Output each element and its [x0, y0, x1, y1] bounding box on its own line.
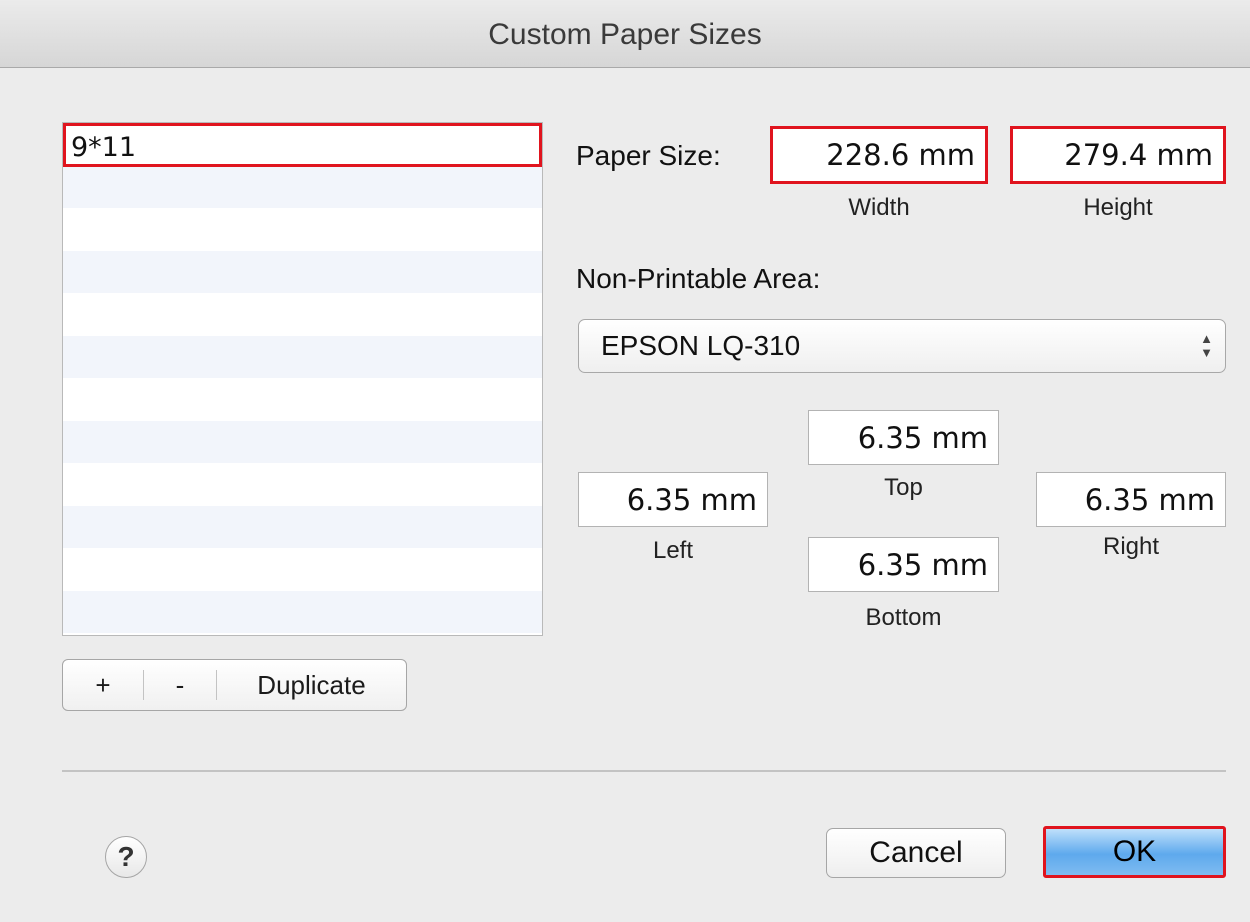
height-label: Height — [1083, 194, 1153, 221]
list-controls: + - Duplicate — [62, 659, 407, 711]
help-button[interactable]: ? — [105, 836, 147, 878]
add-button[interactable]: + — [63, 660, 143, 710]
height-field[interactable]: 279.4 mm — [1010, 126, 1226, 184]
printer-select[interactable]: EPSON LQ-310 ▲ ▼ — [578, 319, 1226, 373]
list-row-empty — [63, 590, 542, 633]
bottom-margin-field[interactable]: 6.35 mm — [808, 537, 999, 592]
list-item-selected[interactable]: 9*11 — [63, 123, 542, 167]
list-row-empty — [63, 250, 542, 293]
remove-button[interactable]: - — [144, 660, 216, 710]
separator — [62, 770, 1226, 772]
list-row-empty — [63, 463, 542, 506]
left-margin-field[interactable]: 6.35 mm — [578, 472, 768, 527]
right-margin-field[interactable]: 6.35 mm — [1036, 472, 1226, 527]
list-row-empty — [63, 293, 542, 336]
bottom-margin-label: Bottom — [865, 604, 942, 631]
list-row-empty — [63, 208, 542, 251]
printer-select-value: EPSON LQ-310 — [601, 330, 801, 361]
top-margin-label: Top — [884, 474, 923, 501]
list-row-empty — [63, 548, 542, 591]
window-title: Custom Paper Sizes — [488, 18, 762, 51]
paper-size-label: Paper Size: — [576, 140, 721, 171]
duplicate-button[interactable]: Duplicate — [217, 660, 406, 710]
title-bar: Custom Paper Sizes — [0, 0, 1250, 68]
list-row-empty — [63, 165, 542, 208]
list-row-empty — [63, 335, 542, 378]
list-row-empty — [63, 378, 542, 421]
select-arrows-icon: ▲ ▼ — [1200, 331, 1213, 360]
width-field[interactable]: 228.6 mm — [770, 126, 988, 184]
non-printable-area-label: Non-Printable Area: — [576, 263, 821, 294]
right-margin-label: Right — [1102, 533, 1160, 560]
top-margin-field[interactable]: 6.35 mm — [808, 410, 999, 465]
ok-button[interactable]: OK — [1043, 826, 1226, 878]
list-row-empty — [63, 420, 542, 463]
list-row-empty — [63, 505, 542, 548]
left-margin-label: Left — [652, 537, 694, 564]
cancel-button[interactable]: Cancel — [826, 828, 1006, 878]
width-label: Width — [848, 194, 910, 221]
paper-size-list[interactable]: 9*11 — [62, 122, 543, 636]
